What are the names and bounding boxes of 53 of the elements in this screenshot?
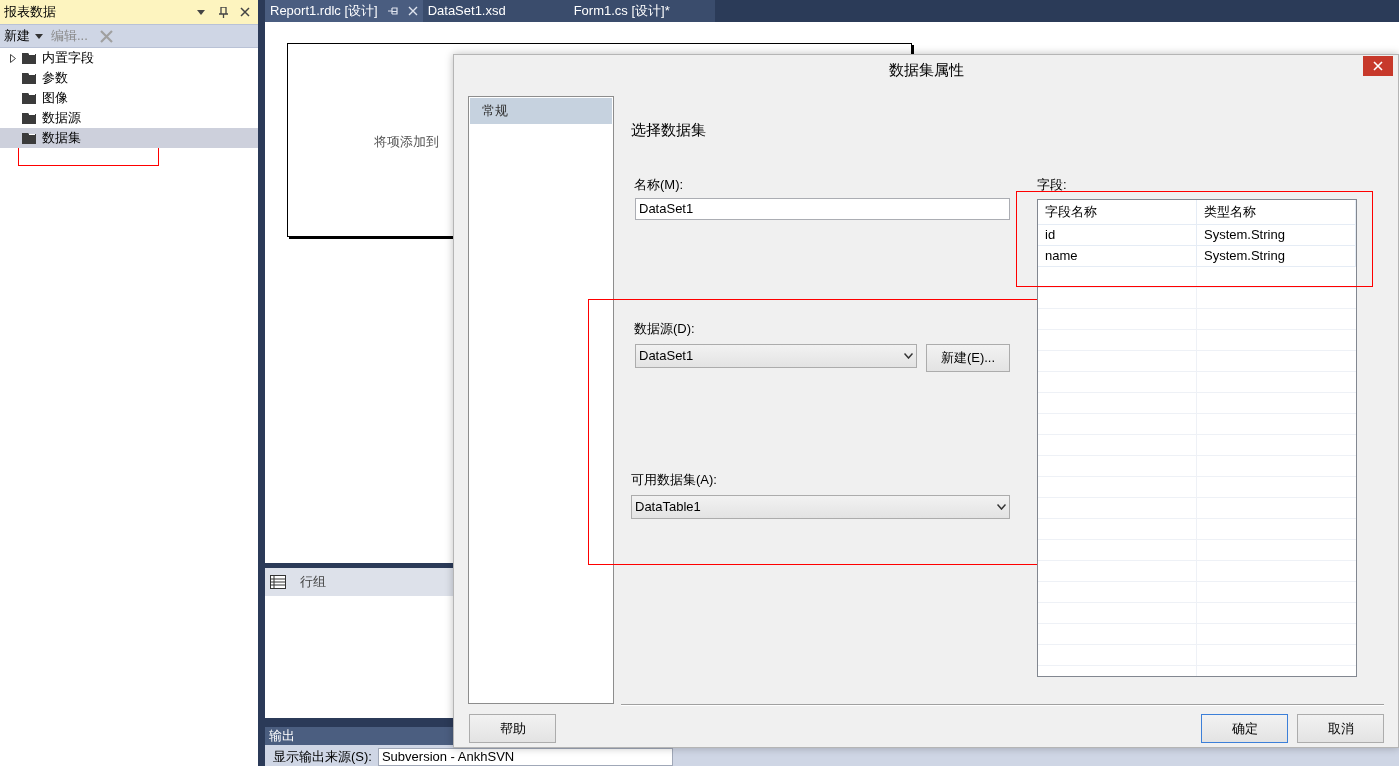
table-cell: id [1038, 225, 1197, 245]
chevron-down-icon [904, 353, 913, 359]
folder-icon [22, 112, 36, 124]
table-cell: System.String [1197, 225, 1356, 245]
dropdown-icon [197, 9, 205, 15]
data-source-label: 数据源(D): [634, 320, 695, 337]
section-heading: 选择数据集 [631, 120, 707, 139]
pin-icon [219, 6, 228, 18]
folder-icon [22, 92, 36, 104]
column-header[interactable]: 字段名称 [1038, 200, 1197, 224]
row-groups-label: 行组 [300, 573, 326, 592]
document-tab[interactable]: Form1.cs [设计]* [568, 0, 715, 22]
name-field[interactable]: DataSet1 [635, 198, 1010, 220]
folder-icon [22, 132, 36, 144]
folder-icon [22, 52, 36, 64]
output-title: 输出 [269, 727, 295, 746]
new-data-source-button[interactable]: 新建(E)... [926, 344, 1010, 372]
close-icon [240, 7, 250, 17]
dialog-title: 数据集属性 [888, 59, 964, 80]
close-icon [407, 6, 418, 16]
fields-label: 字段: [1037, 176, 1067, 193]
pin-icon [387, 7, 398, 15]
row-groups-icon [270, 575, 286, 589]
chevron-down-icon [997, 504, 1006, 510]
tree-item[interactable]: 数据源 [0, 108, 258, 128]
table-cell: name [1038, 246, 1197, 266]
expander-icon [10, 53, 16, 63]
folder-icon [22, 72, 36, 84]
close-button[interactable] [1363, 56, 1393, 76]
caret-icon [35, 33, 43, 39]
name-label: 名称(M): [634, 176, 685, 193]
document-tab[interactable]: Report1.rdlc [设计] [265, 0, 423, 22]
tree-item[interactable]: 内置字段 [0, 48, 258, 68]
data-source-dropdown[interactable]: DataSet1 [635, 344, 917, 368]
tree-item[interactable]: 参数 [0, 68, 258, 88]
close-icon [1373, 61, 1383, 71]
cancel-button[interactable]: 取消 [1297, 714, 1384, 743]
available-datasets-dropdown[interactable]: DataTable1 [631, 495, 1010, 519]
tree-item[interactable]: 数据集 [0, 128, 258, 148]
report-body-hint: 将项添加到 [374, 134, 439, 149]
available-datasets-label: 可用数据集(A): [631, 471, 717, 488]
output-source-dropdown[interactable]: Subversion - AnkhSVN [377, 748, 673, 766]
ok-button[interactable]: 确定 [1201, 714, 1288, 743]
navigation-item[interactable]: 常规 [470, 98, 612, 124]
new-dropdown-button[interactable]: 新建 [4, 26, 43, 46]
table-cell: System.String [1197, 246, 1356, 266]
document-tab[interactable]: DataSet1.xsd [422, 0, 569, 22]
column-header[interactable]: 类型名称 [1197, 200, 1356, 224]
panel-splitter[interactable] [258, 0, 265, 766]
help-button[interactable]: 帮助 [469, 714, 556, 743]
tree-item[interactable]: 图像 [0, 88, 258, 108]
panel-title: 报表数据 [4, 3, 57, 22]
output-source-label: 显示输出来源(S): [273, 747, 372, 766]
